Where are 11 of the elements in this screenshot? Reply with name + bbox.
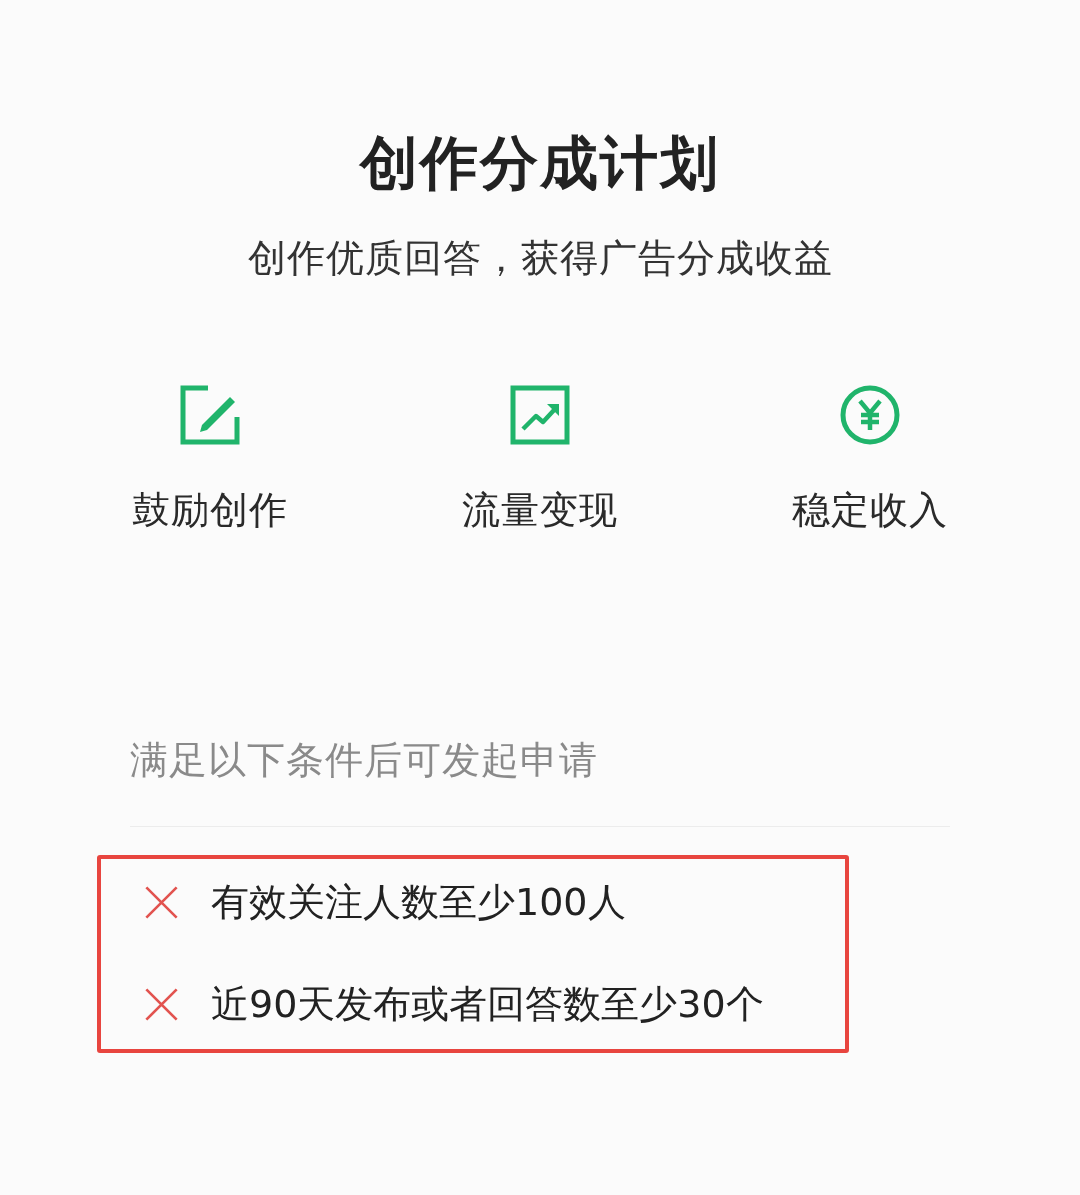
yen-circle-icon	[840, 385, 900, 445]
requirement-text: 有效关注人数至少100人	[211, 879, 626, 925]
feature-label: 稳定收入	[792, 487, 948, 533]
pencil-square-icon	[180, 385, 240, 445]
page-subtitle: 创作优质回答，获得广告分成收益	[246, 235, 834, 281]
chart-icon	[510, 385, 570, 445]
page-title: 创作分成计划	[358, 128, 721, 198]
feature-label: 流量变现	[462, 487, 618, 533]
feature-label: 鼓励创作	[132, 487, 288, 533]
conditions-heading: 满足以下条件后可发起申请	[130, 737, 599, 783]
requirement-text: 近90天发布或者回答数至少30个	[211, 981, 764, 1027]
